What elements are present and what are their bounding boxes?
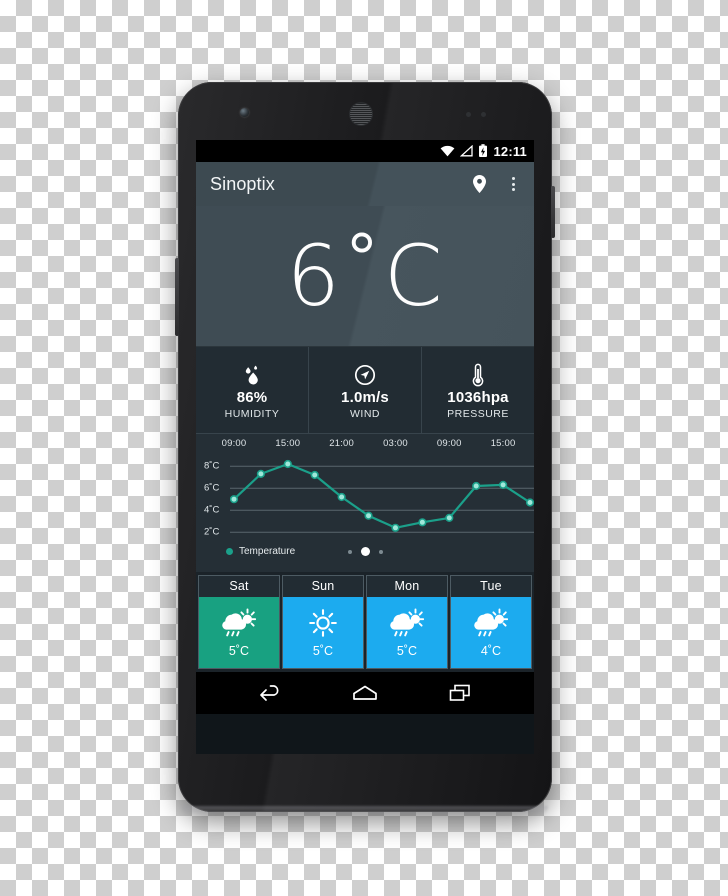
forecast-day-body: 5˚C	[367, 597, 447, 668]
stat-humidity[interactable]: 86% HUMIDITY	[196, 347, 309, 433]
phone-screen: 12:11 Sinoptix 6˚C 86% HUMIDITY 1.0m/s W…	[196, 140, 534, 754]
signal-icon	[460, 145, 474, 157]
chart-x-tick: 09:00	[221, 438, 247, 449]
app-title: Sinoptix	[210, 173, 275, 194]
pressure-thermometer-icon	[472, 363, 484, 387]
forecast-day-name: Sun	[283, 576, 363, 597]
forecast-day-card[interactable]: Sat 5˚C	[198, 575, 280, 669]
wind-value: 1.0m/s	[341, 389, 389, 406]
recents-icon[interactable]	[437, 676, 483, 710]
temperature-chart[interactable]: 09:00 15:00 21:00 03:00 09:00 15:00 8˚C 6˚C 4˚C…	[196, 433, 534, 572]
carousel-pagination[interactable]	[204, 547, 526, 556]
chart-y-tick: 2˚C	[204, 526, 220, 538]
forecast-day-name: Mon	[367, 576, 447, 597]
location-pin-icon[interactable]	[462, 165, 496, 203]
forecast-day-name: Tue	[451, 576, 531, 597]
wind-compass-icon	[354, 363, 376, 387]
pagination-dot[interactable]	[347, 549, 352, 554]
forecast-day-temp: 5˚C	[228, 643, 250, 658]
power-button[interactable]	[551, 186, 555, 238]
forecast-day-temp: 5˚C	[312, 643, 334, 658]
sun-rain-cloud-icon	[390, 606, 424, 640]
front-camera-icon	[240, 108, 249, 117]
forecast-day-name: Sat	[199, 576, 279, 597]
pressure-label: PRESSURE	[447, 408, 509, 420]
chart-x-tick: 21:00	[329, 438, 355, 449]
chart-plot-area: 8˚C 6˚C 4˚C 2˚C	[204, 453, 534, 541]
chart-y-tick: 6˚C	[204, 482, 220, 494]
wifi-icon	[440, 145, 455, 157]
forecast-day-body: 5˚C	[283, 597, 363, 668]
current-temperature: 6˚C	[286, 227, 444, 325]
forecast-day-card[interactable]: Sun 5˚C	[282, 575, 364, 669]
chart-x-tick: 15:00	[275, 438, 301, 449]
stat-pressure[interactable]: 1036hpa PRESSURE	[422, 347, 534, 433]
status-clock: 12:11	[493, 143, 527, 159]
forecast-day-body: 4˚C	[451, 597, 531, 668]
humidity-label: HUMIDITY	[224, 408, 280, 420]
current-temperature-panel: 6˚C	[196, 206, 534, 347]
earpiece-speaker-icon	[350, 103, 372, 125]
chart-y-axis: 8˚C 6˚C 4˚C 2˚C	[204, 453, 230, 541]
home-icon[interactable]	[342, 676, 388, 710]
humidity-droplet-icon	[242, 363, 262, 387]
chart-line-series	[230, 459, 534, 533]
stat-wind[interactable]: 1.0m/s WIND	[309, 347, 422, 433]
overflow-menu-icon[interactable]	[496, 165, 530, 203]
forecast-day-card[interactable]: Mon 5˚C	[366, 575, 448, 669]
status-bar: 12:11	[196, 140, 534, 162]
chart-x-tick: 03:00	[383, 438, 408, 449]
app-bar: Sinoptix	[196, 162, 534, 206]
proximity-sensor-icon	[466, 112, 500, 117]
sun-rain-cloud-icon	[222, 606, 256, 640]
chart-y-tick: 4˚C	[204, 504, 220, 516]
chart-x-tick: 15:00	[490, 438, 516, 449]
chart-x-axis: 09:00 15:00 21:00 03:00 09:00 15:00	[204, 438, 526, 453]
back-icon[interactable]	[247, 676, 293, 710]
chart-x-tick: 09:00	[436, 438, 462, 449]
battery-charging-icon	[478, 144, 488, 158]
pagination-dot[interactable]	[360, 547, 370, 556]
phone-top-bezel	[178, 82, 552, 140]
pressure-value: 1036hpa	[447, 389, 509, 406]
android-nav-bar	[196, 672, 534, 714]
forecast-day-temp: 5˚C	[396, 643, 418, 658]
weather-stats-row: 86% HUMIDITY 1.0m/s WIND 1036hpa PRESSUR…	[196, 347, 534, 433]
volume-button[interactable]	[175, 258, 179, 336]
pagination-dot[interactable]	[378, 549, 383, 554]
chart-footer: Temperature	[204, 541, 526, 565]
humidity-value: 86%	[236, 389, 268, 406]
forecast-row: Sat 5˚C Sun 5˚C Mon 5˚C Tue 4˚C	[196, 572, 534, 672]
chart-y-tick: 8˚C	[204, 460, 220, 472]
sun-rain-cloud-icon	[474, 606, 508, 640]
forecast-day-temp: 4˚C	[480, 643, 502, 658]
phone-device: 12:11 Sinoptix 6˚C 86% HUMIDITY 1.0m/s W…	[175, 82, 555, 812]
wind-label: WIND	[350, 408, 380, 420]
sun-icon	[307, 606, 339, 640]
forecast-day-body: 5˚C	[199, 597, 279, 668]
forecast-day-card[interactable]: Tue 4˚C	[450, 575, 532, 669]
